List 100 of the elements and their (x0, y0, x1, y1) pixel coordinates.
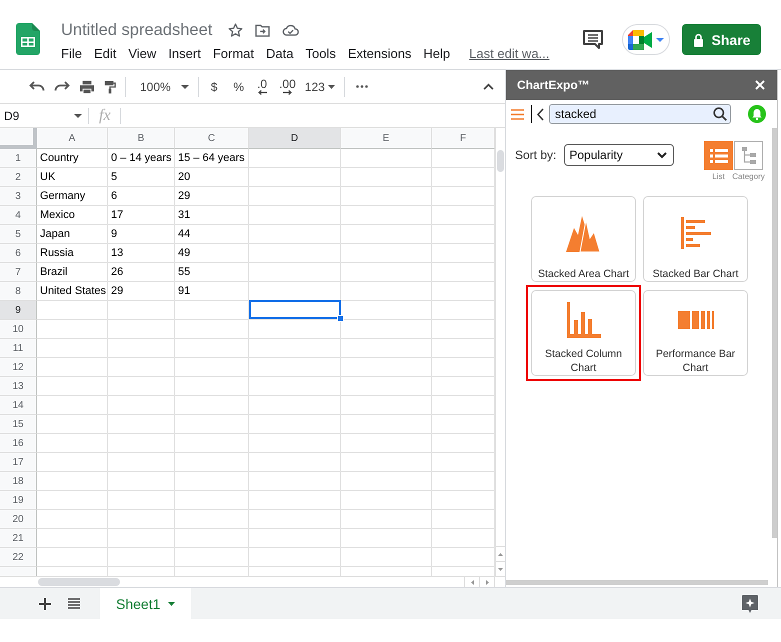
sort-dropdown[interactable]: Popularity (564, 144, 674, 166)
last-edit-link[interactable]: Last edit wa... (469, 45, 550, 63)
row-header[interactable]: 8 (0, 282, 37, 301)
menu-item[interactable]: View (128, 45, 156, 63)
menu-icon[interactable] (511, 108, 524, 120)
row-header[interactable]: 10 (0, 320, 37, 339)
decrease-decimals-button[interactable]: .0 (257, 78, 268, 95)
view-toggle-button[interactable] (734, 141, 763, 170)
table-cell[interactable]: Mexico (37, 206, 108, 224)
row-header[interactable]: 4 (0, 206, 37, 225)
row-header[interactable]: 18 (0, 472, 37, 491)
percent-button[interactable]: % (233, 80, 244, 94)
search-icon[interactable] (713, 107, 727, 121)
close-icon[interactable] (755, 80, 765, 90)
column-header[interactable]: E (341, 128, 432, 149)
table-cell[interactable]: 55 (175, 263, 249, 281)
meet-button[interactable] (622, 24, 670, 55)
scroll-left-icon[interactable] (470, 580, 474, 584)
row-header[interactable]: 15 (0, 415, 37, 434)
list-icon[interactable] (68, 598, 80, 609)
scrollbar-thumb[interactable] (506, 580, 768, 585)
menu-item[interactable]: Tools (305, 45, 336, 63)
table-cell[interactable]: 26 (108, 263, 175, 281)
column-header[interactable]: A (37, 128, 108, 149)
row-header[interactable]: 17 (0, 453, 37, 472)
name-box[interactable]: D9 (0, 104, 88, 127)
scrollbar-thumb[interactable] (772, 128, 777, 538)
paint-roller-icon[interactable] (104, 80, 116, 94)
row-header[interactable]: 11 (0, 339, 37, 358)
chevron-left-icon[interactable] (537, 108, 544, 120)
menu-item[interactable]: Data (266, 45, 294, 63)
column-header[interactable]: F (432, 128, 495, 149)
sparkle-icon[interactable] (742, 594, 758, 612)
cloud-icon[interactable] (282, 24, 300, 36)
fill-handle[interactable] (337, 315, 344, 322)
number-format-dropdown[interactable]: 123 (304, 80, 335, 94)
active-cell[interactable] (249, 300, 341, 319)
table-cell[interactable]: 9 (108, 225, 175, 243)
row-header[interactable]: 22 (0, 548, 37, 567)
menu-item[interactable]: Extensions (348, 45, 412, 63)
spreadsheet-icon[interactable] (16, 23, 40, 55)
column-header[interactable]: C (175, 128, 249, 149)
table-cell[interactable]: 17 (108, 206, 175, 224)
row-header[interactable]: 12 (0, 358, 37, 377)
menu-item[interactable]: Help (423, 45, 450, 63)
row-header[interactable]: 6 (0, 244, 37, 263)
table-cell[interactable]: UK (37, 168, 108, 186)
chart-type-card[interactable]: Stacked Column Chart (531, 290, 636, 376)
table-cell[interactable]: 13 (108, 244, 175, 262)
share-button[interactable]: Share (682, 24, 761, 55)
bell-icon[interactable] (748, 105, 766, 123)
view-toggle-button[interactable] (704, 141, 733, 170)
menu-item[interactable]: Edit (94, 45, 116, 63)
table-cell[interactable]: 29 (108, 282, 175, 300)
chart-type-card[interactable]: Stacked Area Chart (531, 196, 636, 282)
chart-type-card[interactable]: Performance Bar Chart (643, 290, 748, 376)
increase-decimals-button[interactable]: .00 (279, 78, 296, 95)
table-cell[interactable]: Germany (37, 187, 108, 205)
table-cell[interactable]: 20 (175, 168, 249, 186)
scrollbar-thumb[interactable] (497, 150, 504, 172)
table-cell[interactable]: Russia (37, 244, 108, 262)
row-header[interactable]: 13 (0, 377, 37, 396)
table-cell[interactable]: 6 (108, 187, 175, 205)
table-cell[interactable]: Japan (37, 225, 108, 243)
menu-item[interactable]: Insert (168, 45, 201, 63)
search-field[interactable]: stacked (549, 104, 731, 124)
print-icon[interactable] (79, 80, 95, 94)
column-header[interactable]: D (249, 128, 341, 149)
plus-icon[interactable] (39, 598, 51, 610)
scroll-up-icon[interactable] (498, 552, 503, 556)
sheet-tab[interactable]: Sheet1 (100, 588, 192, 619)
chart-type-card[interactable]: Stacked Bar Chart (643, 196, 748, 282)
more-icon[interactable] (356, 85, 368, 88)
folder-icon[interactable] (255, 24, 270, 36)
table-cell[interactable]: United States (37, 282, 108, 300)
row-header[interactable]: 1 (0, 149, 37, 168)
table-cell[interactable]: 44 (175, 225, 249, 243)
row-header[interactable]: 16 (0, 434, 37, 453)
row-header[interactable]: 14 (0, 396, 37, 415)
scroll-right-icon[interactable] (486, 580, 488, 584)
scroll-down-icon[interactable] (498, 568, 503, 570)
star-icon[interactable] (228, 22, 244, 38)
menu-item[interactable]: Format (212, 45, 254, 63)
row-header[interactable]: 19 (0, 491, 37, 510)
zoom-dropdown[interactable]: 100% (140, 80, 189, 94)
currency-button[interactable]: $ (210, 80, 218, 94)
table-cell[interactable]: 0 – 14 years (108, 149, 175, 167)
scrollbar-thumb[interactable] (38, 578, 120, 586)
table-cell[interactable]: Country (37, 149, 108, 167)
table-cell[interactable]: 91 (175, 282, 249, 300)
menu-item[interactable]: File (61, 45, 82, 63)
redo-icon[interactable] (54, 81, 70, 92)
document-title[interactable]: Untitled spreadsheet (61, 18, 212, 42)
table-cell[interactable]: 15 – 64 years (175, 149, 249, 167)
table-cell[interactable]: Brazil (37, 263, 108, 281)
row-header[interactable]: 3 (0, 187, 37, 206)
row-header[interactable]: 21 (0, 529, 37, 548)
row-header[interactable]: 7 (0, 263, 37, 282)
column-header[interactable]: B (108, 128, 175, 149)
undo-icon[interactable] (29, 81, 45, 92)
